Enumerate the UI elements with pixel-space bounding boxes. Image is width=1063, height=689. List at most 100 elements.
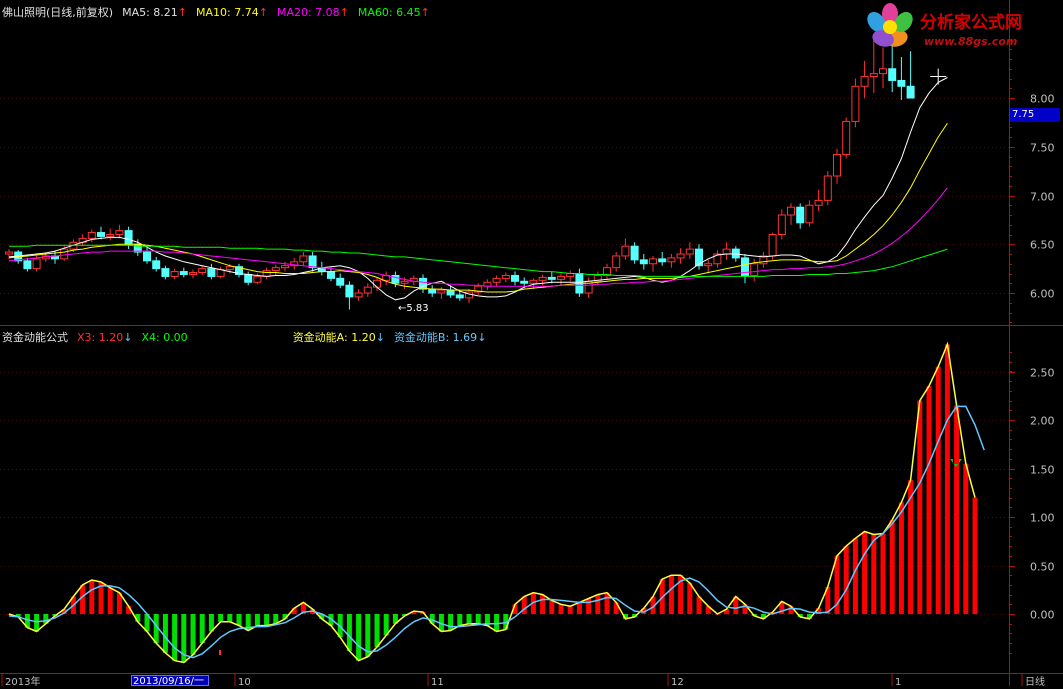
moving-average-lines (8, 68, 948, 301)
candle-body (676, 253, 685, 259)
candle (465, 289, 473, 303)
candle-body (143, 251, 151, 262)
ma5-up-icon: ↑ (177, 6, 188, 19)
candle-body (253, 275, 262, 283)
candle-body (538, 276, 547, 281)
candle-body (455, 294, 464, 299)
candle-body (722, 248, 731, 255)
momentum-bar (972, 497, 978, 614)
candle-body (492, 277, 501, 283)
candle-body (345, 284, 354, 298)
momentum-bar (199, 614, 205, 644)
momentum-bar (466, 614, 472, 624)
momentum-bar (604, 592, 610, 614)
candle-body (198, 268, 207, 274)
momentum-bar (540, 594, 546, 614)
candle (584, 277, 593, 298)
momentum-bar (190, 614, 196, 655)
time-axis-label: 日线 (1025, 675, 1045, 686)
last-price-tag: 7.75 (1010, 108, 1060, 122)
candle-body (520, 280, 529, 284)
candle (833, 148, 841, 184)
stock-chart-window: 6.00 6.50 7.00 7.50 8.00 0.00 0.50 1.00 1.50 2.0… (0, 0, 1063, 688)
logo-url: www.88gs.com (924, 35, 1018, 48)
indicator-tick-label: 0.50 (1030, 561, 1055, 574)
candle (658, 252, 667, 266)
candle-body (750, 263, 759, 276)
momentum-bar (264, 614, 270, 626)
ma60-value: MA60: 6.45↑ (357, 6, 430, 19)
candle-body (281, 265, 289, 269)
candle-body (557, 275, 565, 280)
time-axis-label: 2013年 (5, 675, 40, 686)
momentum-bar (475, 614, 481, 624)
ma60-up-icon: ↑ (420, 6, 430, 19)
candle-body (842, 120, 851, 156)
x3-down-icon: ↓ (123, 331, 133, 344)
candle (676, 248, 685, 264)
candle-body (244, 273, 253, 283)
momentum-bar (917, 400, 923, 614)
ma5-value: MA5: 8.21↑ (122, 6, 188, 19)
momentum-bar (898, 502, 904, 614)
candle-body (179, 271, 188, 275)
momentum-bar (935, 366, 941, 614)
x4-value: X4: 0.00 (141, 331, 188, 344)
b-down-icon: ↓ (477, 331, 487, 344)
time-axis-label: 10 (238, 677, 251, 686)
candle (363, 283, 372, 297)
momentum-bar (80, 584, 86, 614)
candle-body (529, 279, 538, 284)
candle-body (262, 270, 271, 277)
candle (787, 203, 795, 225)
low-price-label: ←5.83 (398, 303, 429, 314)
momentum-bar (576, 602, 582, 614)
momentum-bar (254, 614, 260, 626)
indicator-tick-label: 0.00 (1030, 609, 1055, 622)
momentum-bar (107, 587, 113, 614)
candle-body (869, 73, 878, 78)
ma20-value: MA20: 7.08↑ (276, 6, 349, 19)
candle-body (446, 289, 455, 296)
candle (796, 203, 805, 229)
ma-line-ma5 (8, 77, 948, 301)
momentum-bar (218, 614, 224, 622)
candle-body (32, 258, 41, 270)
candle (741, 254, 749, 284)
candle-body (814, 199, 823, 206)
candle-body (704, 263, 713, 267)
candle (823, 171, 832, 206)
candle-body (649, 258, 657, 265)
price-tick-label: 7.00 (1030, 191, 1055, 204)
candle-body (327, 271, 335, 279)
candle (851, 78, 860, 128)
momentum-bar (852, 538, 858, 614)
candle (179, 267, 188, 278)
candle-body (823, 175, 832, 201)
a-value: 资金动能A: 1.20↓ (292, 331, 385, 344)
candle (630, 242, 639, 264)
candle-body (833, 154, 841, 177)
candle (244, 271, 253, 286)
time-axis-label: 12 (671, 677, 684, 686)
indicator-tick-label: 2.00 (1030, 415, 1055, 428)
indicator-title: 资金动能公式 (2, 331, 68, 344)
candle (667, 254, 676, 268)
candle-body (373, 279, 381, 288)
candle (290, 257, 299, 270)
candle (612, 252, 621, 272)
momentum-bar (236, 614, 242, 626)
momentum-bar (880, 533, 886, 614)
candle (207, 263, 216, 280)
candle (106, 228, 115, 241)
momentum-bar (549, 600, 555, 614)
momentum-bar (889, 519, 895, 614)
momentum-bar (668, 575, 674, 614)
candle (759, 252, 768, 268)
candle-body (437, 289, 446, 294)
candle (345, 281, 354, 310)
candle-body (639, 259, 648, 265)
candle-body (124, 230, 133, 245)
candle-body (400, 280, 409, 284)
candle (511, 271, 519, 286)
